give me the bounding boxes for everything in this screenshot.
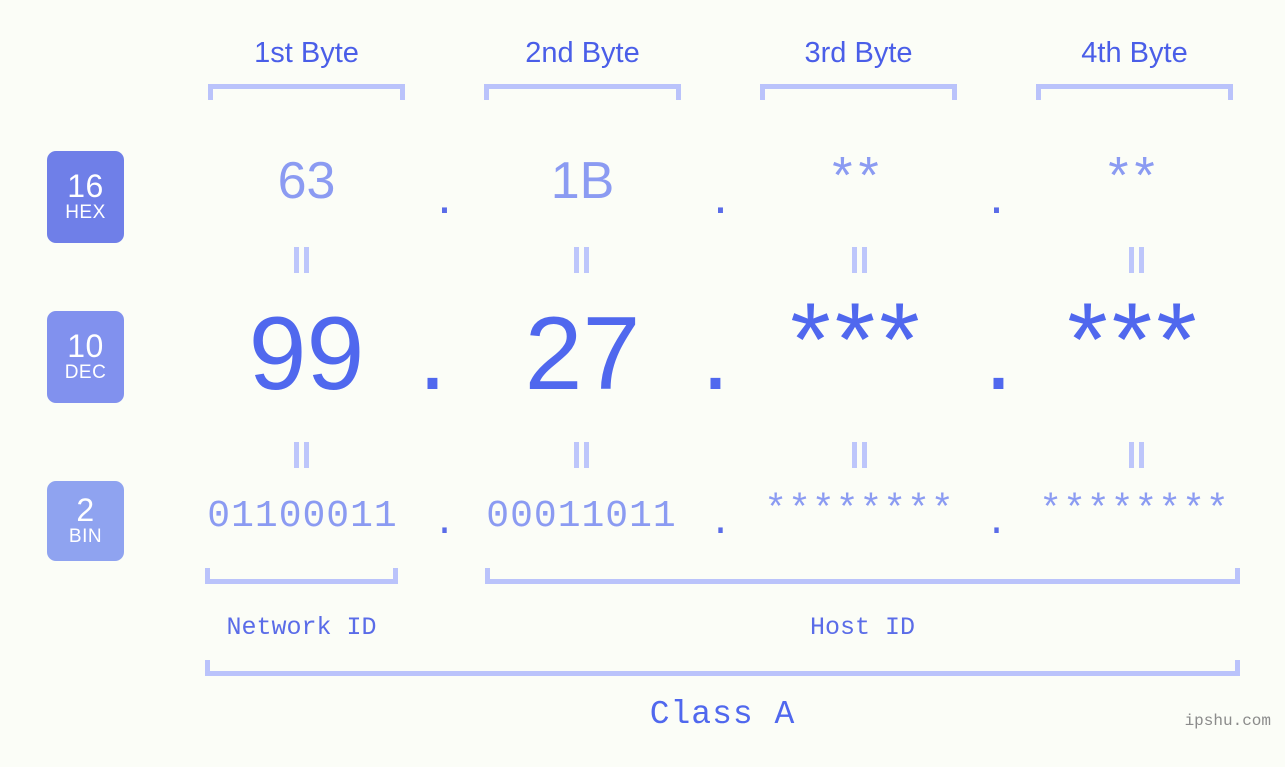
class-bracket xyxy=(205,660,1240,676)
base-badge-bin: 2 BIN xyxy=(47,481,124,561)
bin-byte-4-value: ******** xyxy=(1039,489,1230,532)
network-id-bracket xyxy=(205,568,398,584)
equals-mark-dec-bin-1 xyxy=(293,442,311,468)
watermark: ipshu.com xyxy=(1184,712,1271,730)
hex-separator-3: . xyxy=(989,167,1004,225)
dec-separator-3: . xyxy=(984,296,1013,412)
bin-separator-2: . xyxy=(709,502,732,545)
byte-bracket-2 xyxy=(484,84,681,100)
host-id-bracket xyxy=(485,568,1240,584)
base-badge-hex-number: 16 xyxy=(67,168,104,204)
bin-byte-2-value: 00011011 xyxy=(486,495,677,538)
byte-header-3: 3rd Byte xyxy=(804,37,913,69)
bin-byte-1-value: 01100011 xyxy=(207,495,398,538)
base-badge-dec: 10 DEC xyxy=(47,311,124,403)
hex-byte-2-value: 1B xyxy=(550,152,615,210)
hex-separator-2: . xyxy=(713,167,728,225)
dec-byte-1-value: 99 xyxy=(248,296,365,412)
equals-mark-hex-dec-3 xyxy=(851,247,869,273)
dec-separator-2: . xyxy=(701,296,730,412)
base-badge-hex: 16 HEX xyxy=(47,151,124,243)
byte-bracket-1 xyxy=(208,84,405,100)
base-badge-hex-name: HEX xyxy=(65,202,106,223)
byte-bracket-4 xyxy=(1036,84,1233,100)
equals-mark-hex-dec-1 xyxy=(293,247,311,273)
bin-byte-3-value: ******** xyxy=(764,489,955,532)
hex-byte-3-value: ** xyxy=(832,147,885,205)
hex-byte-1-value: 63 xyxy=(277,152,336,210)
host-id-label: Host ID xyxy=(809,613,916,642)
ip-address-breakdown-diagram: 1st Byte 2nd Byte 3rd Byte 4th Byte 16 H… xyxy=(0,0,1285,767)
equals-mark-dec-bin-2 xyxy=(573,442,591,468)
byte-header-1: 1st Byte xyxy=(254,37,359,69)
hex-byte-4-value: ** xyxy=(1108,147,1161,205)
equals-mark-dec-bin-3 xyxy=(851,442,869,468)
dec-byte-3-value: *** xyxy=(790,282,924,398)
bin-separator-1: . xyxy=(433,502,456,545)
equals-mark-dec-bin-4 xyxy=(1128,442,1146,468)
dec-separator-1: . xyxy=(418,296,447,412)
byte-header-2: 2nd Byte xyxy=(525,37,640,69)
base-badge-dec-name: DEC xyxy=(64,362,107,383)
equals-mark-hex-dec-4 xyxy=(1128,247,1146,273)
base-badge-bin-number: 2 xyxy=(76,492,95,528)
class-label: Class A xyxy=(649,696,796,733)
byte-bracket-3 xyxy=(760,84,957,100)
equals-mark-hex-dec-2 xyxy=(573,247,591,273)
base-badge-dec-number: 10 xyxy=(67,328,104,364)
dec-byte-2-value: 27 xyxy=(524,296,641,412)
hex-separator-1: . xyxy=(437,167,452,225)
byte-header-4: 4th Byte xyxy=(1081,37,1188,69)
dec-byte-4-value: *** xyxy=(1067,282,1201,398)
base-badge-bin-name: BIN xyxy=(68,526,103,547)
bin-separator-3: . xyxy=(985,502,1008,545)
network-id-label: Network ID xyxy=(226,613,377,642)
